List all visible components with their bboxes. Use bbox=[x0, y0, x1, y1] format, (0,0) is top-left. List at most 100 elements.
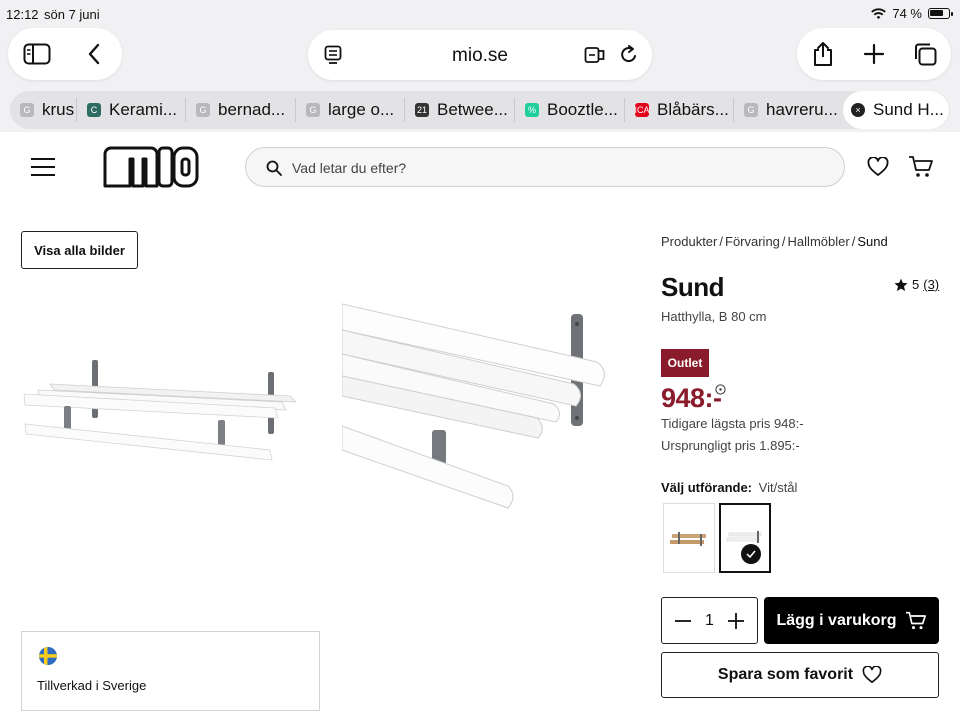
tab-favicon-icon: G bbox=[196, 103, 210, 117]
plus-icon bbox=[863, 43, 885, 65]
minus-icon[interactable] bbox=[674, 612, 692, 630]
breadcrumb-current: Sund bbox=[857, 234, 888, 249]
variant-selector-label: Välj utförande: Vit/stål bbox=[661, 480, 797, 495]
status-time: 12:12 bbox=[6, 7, 39, 22]
tab-label: Booztle... bbox=[547, 100, 618, 119]
site-logo[interactable]: mio bbox=[102, 145, 200, 189]
nav-button-group bbox=[8, 28, 122, 80]
address-bar[interactable]: mio.se bbox=[308, 30, 652, 80]
tab-item[interactable]: C Kerami... bbox=[77, 91, 185, 129]
tab-item[interactable]: Ghavreru... bbox=[734, 91, 842, 129]
tab-label: havreru... bbox=[766, 100, 838, 119]
hamburger-menu-icon[interactable] bbox=[30, 157, 56, 177]
browser-actions bbox=[797, 28, 951, 80]
made-in-sweden-text: Tillverkad i Sverige bbox=[37, 678, 147, 693]
mio-logo: mio bbox=[103, 146, 199, 188]
translate-icon[interactable] bbox=[584, 45, 606, 65]
variant-swatch-oak[interactable] bbox=[663, 503, 715, 573]
status-date: sön 7 juni bbox=[44, 7, 100, 22]
save-favorite-button[interactable]: Spara som favorit bbox=[661, 652, 939, 698]
breadcrumb: Produkter / Förvaring / Hallmöbler / Sund bbox=[661, 234, 888, 249]
tab-label: Sund H... bbox=[873, 100, 944, 119]
made-in-sweden-badge: Tillverkad i Sverige bbox=[21, 631, 320, 711]
tab-label: large o... bbox=[328, 100, 395, 119]
sidebar-icon bbox=[23, 43, 50, 65]
breadcrumb-link-hallmobler[interactable]: Hallmöbler bbox=[788, 234, 850, 249]
review-count[interactable]: (3) bbox=[923, 277, 939, 292]
new-tab-button[interactable] bbox=[849, 28, 900, 80]
tab-label: Blåbärs... bbox=[657, 100, 729, 119]
sidebar-button[interactable] bbox=[8, 28, 65, 80]
save-favorite-label: Spara som favorit bbox=[717, 666, 854, 683]
tab-favicon-icon: G bbox=[306, 103, 320, 117]
tab-separator bbox=[76, 98, 77, 122]
quantity-stepper: 1 bbox=[661, 597, 758, 644]
variant-value: Vit/stål bbox=[758, 480, 798, 495]
wifi-icon bbox=[871, 7, 887, 19]
tab-separator bbox=[404, 98, 405, 122]
product-subtitle: Hatthylla, B 80 cm bbox=[661, 309, 767, 324]
share-icon bbox=[814, 42, 832, 66]
tab-item[interactable]: Gbernad... bbox=[186, 91, 295, 129]
tab-separator bbox=[733, 98, 734, 122]
search-icon bbox=[266, 160, 282, 176]
lowest-price-text: Tidigare lägsta pris 948:- bbox=[661, 416, 804, 431]
tab-favicon-icon: G bbox=[20, 103, 34, 117]
tab-favicon-icon: C bbox=[87, 103, 101, 117]
site-search[interactable]: Vad letar du efter? bbox=[245, 147, 845, 187]
tabs-icon bbox=[915, 43, 937, 66]
battery-percent: 74 % bbox=[892, 6, 922, 21]
tab-favicon-icon: G bbox=[744, 103, 758, 117]
quantity-value[interactable]: 1 bbox=[705, 612, 714, 630]
tab-label: Kerami... bbox=[109, 100, 178, 119]
tab-separator bbox=[514, 98, 515, 122]
star-icon bbox=[894, 278, 908, 291]
status-indicators: 74 % bbox=[871, 6, 953, 21]
tab-item[interactable]: 21 Betwee... bbox=[405, 91, 514, 129]
selected-check-icon bbox=[741, 544, 761, 564]
share-button[interactable] bbox=[798, 28, 849, 80]
heart-icon bbox=[862, 666, 882, 684]
outlet-tag: Outlet bbox=[661, 349, 709, 377]
status-bar: 12:12 sön 7 juni 74 % bbox=[0, 0, 960, 28]
product-price: 948:- bbox=[661, 383, 722, 413]
tab-favicon-icon: % bbox=[525, 103, 539, 117]
show-all-images-button[interactable]: Visa alla bilder bbox=[21, 231, 138, 269]
original-price-text: Ursprungligt pris 1.895:- bbox=[661, 438, 800, 453]
cart-icon[interactable] bbox=[908, 155, 934, 179]
product-image-detail[interactable] bbox=[342, 300, 612, 525]
breadcrumb-link-forvaring[interactable]: Förvaring bbox=[725, 234, 780, 249]
tab-label: Betwee... bbox=[437, 100, 508, 119]
breadcrumb-separator: / bbox=[781, 234, 786, 249]
tab-favicon-icon: × bbox=[851, 103, 865, 117]
add-to-cart-button[interactable]: Lägg i varukorg bbox=[764, 597, 939, 644]
product-rating[interactable]: 5 (3) bbox=[894, 277, 939, 292]
rating-value: 5 bbox=[912, 277, 920, 292]
battery-icon bbox=[928, 8, 953, 19]
cart-icon bbox=[905, 611, 926, 629]
tab-favicon-icon: 21 bbox=[415, 103, 429, 117]
heart-icon[interactable] bbox=[867, 157, 889, 177]
product-image-front[interactable] bbox=[20, 350, 305, 470]
plus-icon[interactable] bbox=[727, 612, 745, 630]
tab-favicon-icon: ICA bbox=[634, 103, 650, 117]
tab-item[interactable]: × Sund H... bbox=[843, 91, 949, 129]
variant-swatch-white-steel[interactable] bbox=[719, 503, 771, 573]
tab-item[interactable]: Glarge o... bbox=[296, 91, 404, 129]
breadcrumb-link-produkter[interactable]: Produkter bbox=[661, 234, 717, 249]
info-icon[interactable] bbox=[715, 384, 726, 395]
tab-label: bernad... bbox=[218, 100, 286, 119]
tab-separator bbox=[624, 98, 625, 122]
tab-item[interactable]: Gkrus bbox=[10, 91, 76, 129]
tab-label: krus bbox=[42, 100, 75, 119]
tab-item[interactable]: ICA Blåbärs... bbox=[625, 91, 733, 129]
add-to-cart-label: Lägg i varukorg bbox=[776, 611, 897, 629]
breadcrumb-separator: / bbox=[719, 234, 723, 249]
search-placeholder: Vad letar du efter? bbox=[292, 160, 407, 176]
tab-item[interactable]: % Booztle... bbox=[515, 91, 624, 129]
tabs-overview-button[interactable] bbox=[900, 28, 951, 80]
tab-separator bbox=[185, 98, 186, 122]
tab-separator bbox=[295, 98, 296, 122]
back-button[interactable] bbox=[65, 28, 122, 80]
reload-icon[interactable] bbox=[619, 44, 639, 66]
